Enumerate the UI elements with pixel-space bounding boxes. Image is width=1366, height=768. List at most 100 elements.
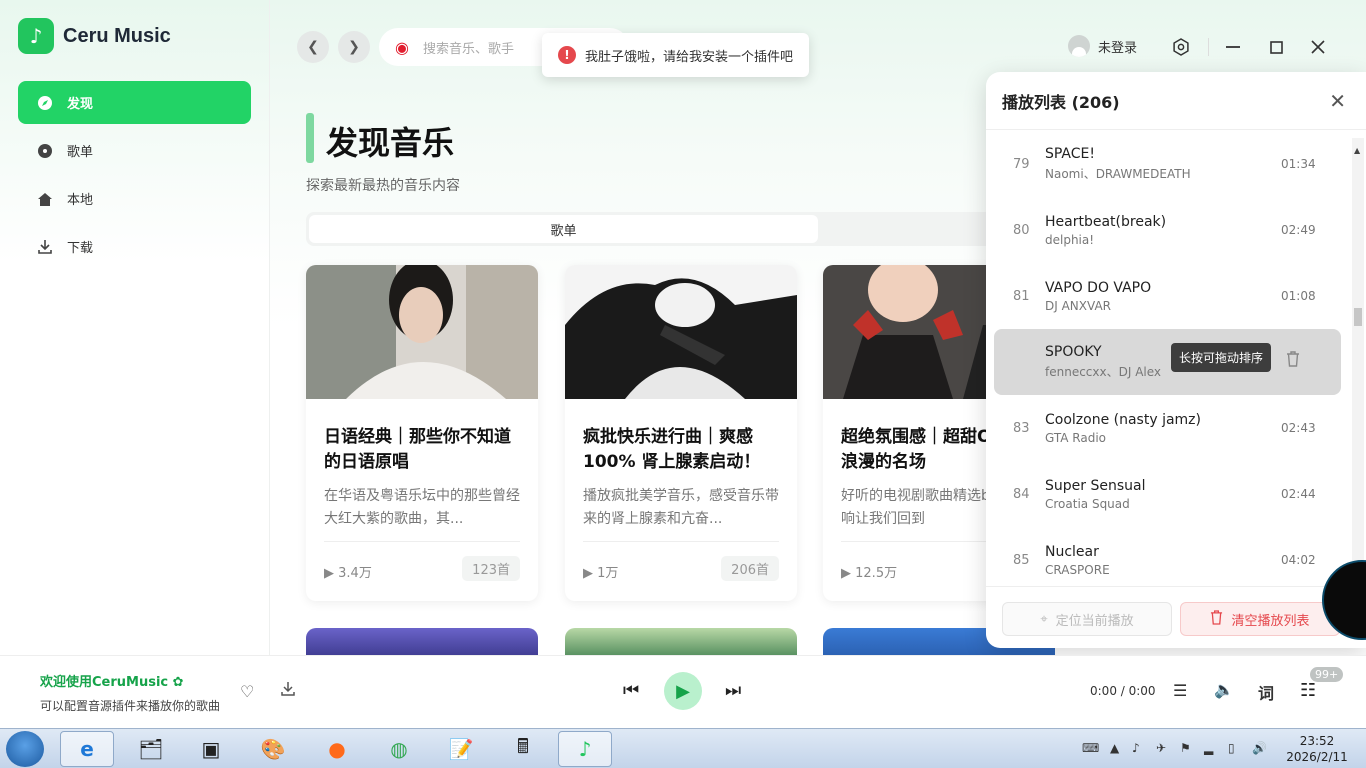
song-row[interactable]: 85 Nuclear CRASPORE 04:02 [986,527,1351,586]
playback-time: 0:00 / 0:00 [1090,684,1156,698]
song-title: Super Sensual [1045,477,1146,494]
song-title: Heartbeat(break) [1045,213,1167,230]
back-button[interactable]: ❮ [297,31,329,63]
compass-icon [37,95,53,111]
volume-button[interactable]: 🔈 [1214,680,1234,699]
play-count-value: 12.5万 [855,566,898,581]
power-icon[interactable]: ▯ [1228,741,1235,755]
maximize-button[interactable] [1263,34,1289,60]
keyboard-icon[interactable]: ⌨ [1082,741,1099,755]
song-row[interactable]: 79 SPACE! Naomi、DRAWMEDEATH 01:34 [986,131,1351,197]
song-row[interactable]: 84 Super Sensual Croatia Squad 02:44 [986,461,1351,527]
playlist-count-badge: 99+ [1310,667,1344,682]
song-row[interactable]: 81 VAPO DO VAPO DJ ANXVAR 01:08 [986,263,1351,329]
next-button[interactable]: ⏭ [725,680,741,701]
trash-icon [1210,609,1223,629]
app-name: Ceru Music [63,24,171,47]
settings-button[interactable] [1168,34,1194,60]
song-duration: 01:08 [1281,289,1316,303]
song-number: 84 [1013,486,1030,502]
calculator-icon: 🖩 [517,734,529,758]
network-error-icon[interactable]: ⚑ [1180,741,1191,755]
play-count-value: 1万 [597,566,619,581]
clock-date: 2026/2/11 [1286,750,1348,764]
clear-playlist-button[interactable]: 清空播放列表 [1180,602,1340,636]
song-duration: 02:49 [1281,223,1316,237]
chevron-right-icon: ❯ [348,39,360,55]
previous-button[interactable]: ⏮ [623,680,639,701]
tab-playlists[interactable]: 歌单 [309,215,818,243]
taskbar-explorer[interactable]: 🗂 [124,731,178,767]
sidebar-item-download[interactable]: 下载 [18,225,251,268]
pin-icon[interactable]: ✈ [1156,741,1166,755]
system-clock[interactable]: 23:52 2026/2/11 [1282,733,1352,765]
taskbar-calculator[interactable]: 🖩 [496,731,550,767]
sidebar-item-playlists[interactable]: 歌单 [18,129,251,172]
gear-icon [1173,38,1189,56]
scroll-thumb[interactable] [1354,308,1362,326]
delete-song-button[interactable] [1286,351,1300,371]
panel-footer: ⌖ 定位当前播放 清空播放列表 [986,586,1366,648]
signal-icon[interactable]: ▂ [1204,741,1213,755]
chrome-icon: ◍ [390,737,408,761]
cerumusic-tray-icon[interactable]: ♪ [1132,741,1140,755]
skip-next-icon: ⏭ [725,680,742,701]
app-logo: ♪ Ceru Music [18,18,171,54]
playlist-button[interactable]: ☷ [1300,680,1316,701]
play-count: ▶ 12.5万 [841,566,898,581]
taskbar-paint[interactable]: 🎨 [246,731,300,767]
forward-button[interactable]: ❯ [338,31,370,63]
locate-current-button[interactable]: ⌖ 定位当前播放 [1002,602,1172,636]
disc-icon [37,143,53,159]
lyrics-button[interactable]: 词 [1258,680,1274,704]
song-title: Nuclear [1045,543,1099,560]
taskbar-cerumusic[interactable]: ♪ [558,731,612,767]
close-icon [1311,40,1325,54]
playlist-card[interactable]: 疯批快乐进行曲｜爽感100% 肾上腺素启动！ 播放疯批美学音乐，感受音乐带来的肾… [565,265,797,601]
song-count-badge: 206首 [721,556,779,581]
sidebar-item-label: 下载 [67,241,94,256]
close-window-button[interactable] [1305,34,1331,60]
scrollbar[interactable]: ▲ [1352,138,1364,588]
song-row-hovered[interactable]: SPOOKY fenneccxx、DJ Alex 长按可拖动排序 [994,329,1341,395]
card-cover-image [306,265,538,399]
paint-icon: 🎨 [260,737,286,761]
song-number: 79 [1013,156,1030,172]
panel-header: 播放列表 (206) ✕ [986,72,1366,130]
song-duration: 02:44 [1281,487,1316,501]
song-artist: CRASPORE [1045,562,1110,577]
taskbar-firefox[interactable]: ● [310,731,364,767]
song-duration: 01:34 [1281,157,1316,171]
play-mode-button[interactable]: ☰ [1173,681,1187,700]
play-count: ▶ 3.4万 [324,566,372,581]
start-button[interactable] [6,731,44,767]
playlist-card[interactable]: 日语经典｜那些你不知道的日语原唱 在华语及粤语乐坛中的那些曾经大红大紫的歌曲，其… [306,265,538,601]
song-artist: DJ ANXVAR [1045,298,1111,313]
toast-text: 我肚子饿啦，请给我安装一个插件吧 [585,49,794,65]
sidebar-item-discover[interactable]: 发现 [18,81,251,124]
taskbar-chrome[interactable]: ◍ [372,731,426,767]
taskbar-ie[interactable]: e [60,731,114,767]
folder-icon: 🗂 [138,737,164,761]
tab-bar: 歌单 [306,212,1006,246]
user-login[interactable]: 未登录 [1068,35,1137,57]
song-row[interactable]: 83 Coolzone (nasty jamz) GTA Radio 02:43 [986,395,1351,461]
close-panel-button[interactable]: ✕ [1329,89,1346,113]
taskbar-media[interactable]: ▣ [184,731,238,767]
show-hidden-icons-icon[interactable]: ▲ [1110,741,1119,755]
playlist-card-cover[interactable] [565,628,797,658]
playlist-card-cover[interactable] [306,628,538,658]
play-button[interactable]: ▶ [664,672,702,710]
notepad-icon: 📝 [448,737,474,761]
speaker-icon[interactable]: 🔊 [1252,741,1267,755]
sidebar-item-local[interactable]: 本地 [18,177,251,220]
play-count: ▶ 1万 [583,566,619,581]
download-song-button[interactable] [280,681,296,701]
song-row[interactable]: 80 Heartbeat(break) delphia! 02:49 [986,197,1351,263]
minimize-button[interactable] [1220,34,1246,60]
sparkle-icon: ✿ [172,675,184,690]
like-button[interactable]: ♡ [240,682,254,701]
song-title: SPACE! [1045,146,1095,162]
taskbar-notepad[interactable]: 📝 [434,731,488,767]
scroll-up-arrow-icon[interactable]: ▲ [1354,146,1360,155]
